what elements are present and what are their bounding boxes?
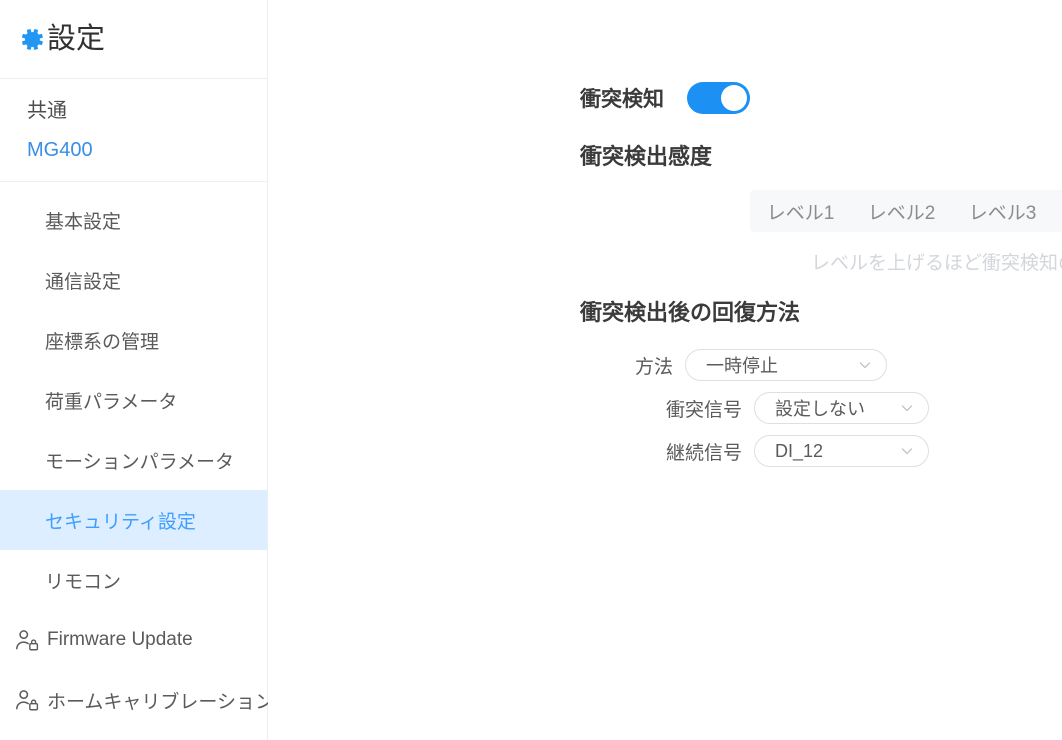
chevron-down-icon — [889, 443, 915, 459]
recovery-section-title: 衝突検出後の回復方法 — [580, 295, 800, 327]
sidebar-item-label: ホームキャリブレーション — [47, 687, 274, 714]
resume-signal-select[interactable]: DI_12 — [754, 435, 929, 467]
method-select-value: 一時停止 — [706, 352, 778, 378]
chevron-down-icon — [847, 357, 873, 373]
field-row-collision-signal: 衝突信号 設定しない — [536, 392, 929, 424]
sidebar-item-coordinate-system[interactable]: 座標系の管理 — [0, 310, 267, 370]
sidebar-item-security-settings[interactable]: セキュリティ設定 — [0, 490, 267, 550]
level-button-4[interactable]: レベル4 — [1053, 190, 1062, 232]
method-select[interactable]: 一時停止 — [685, 349, 887, 381]
sidebar-item-label: リモコン — [45, 567, 121, 594]
user-lock-icon — [14, 627, 47, 653]
collision-signal-label: 衝突信号 — [536, 395, 742, 422]
main-content: 衝突検知 衝突検出感度 レベル1 レベル2 レベル3 レベル4 レベル5 レベル… — [268, 0, 1062, 740]
field-row-resume-signal: 継続信号 DI_12 — [536, 435, 929, 467]
collision-signal-select-value: 設定しない — [775, 395, 865, 421]
collision-signal-select[interactable]: 設定しない — [754, 392, 929, 424]
user-lock-icon — [14, 687, 47, 713]
level-button-2[interactable]: レベル2 — [851, 190, 952, 232]
gear-icon — [15, 24, 46, 55]
sidebar-group-mg400[interactable]: MG400 — [0, 129, 267, 171]
sensitivity-section-title: 衝突検出感度 — [580, 139, 712, 171]
sensitivity-hint: レベルを上げるほど衝突検知の感度が上がります — [811, 248, 1062, 275]
field-row-method: 方法 一時停止 — [536, 349, 887, 381]
sidebar-group-common[interactable]: 共通 — [0, 87, 267, 129]
sidebar-item-remote-control[interactable]: リモコン — [0, 550, 267, 610]
sidebar: 設定 共通 MG400 基本設定 通信設定 座標系の管理 荷重パラメータ — [0, 0, 268, 740]
page-title: 設定 — [47, 24, 105, 55]
sidebar-device-group: 共通 MG400 — [0, 79, 267, 182]
sidebar-item-label: セキュリティ設定 — [45, 507, 196, 534]
sidebar-item-home-calibration[interactable]: ホームキャリブレーション — [0, 670, 267, 730]
sidebar-item-label: Firmware Update — [47, 629, 193, 651]
collision-detection-toggle[interactable] — [687, 82, 750, 114]
resume-signal-label: 継続信号 — [536, 438, 742, 465]
sidebar-header: 設定 — [0, 0, 267, 79]
sidebar-item-firmware-update[interactable]: Firmware Update — [0, 610, 267, 670]
chevron-down-icon — [889, 400, 915, 416]
collision-detection-row: 衝突検知 — [580, 82, 750, 114]
sidebar-item-communication-settings[interactable]: 通信設定 — [0, 250, 267, 310]
sidebar-item-label: モーションパラメータ — [45, 447, 234, 474]
level-button-3[interactable]: レベル3 — [952, 190, 1053, 232]
toggle-knob — [721, 85, 747, 111]
sidebar-item-load-parameters[interactable]: 荷重パラメータ — [0, 370, 267, 430]
method-label: 方法 — [536, 352, 673, 379]
sidebar-item-label: 通信設定 — [45, 267, 121, 294]
level-button-1[interactable]: レベル1 — [750, 190, 851, 232]
sidebar-nav: 基本設定 通信設定 座標系の管理 荷重パラメータ モーションパラメータ セキュリ… — [0, 182, 267, 730]
sidebar-group-mg400-label: MG400 — [27, 139, 93, 162]
sidebar-item-motion-parameters[interactable]: モーションパラメータ — [0, 430, 267, 490]
sidebar-item-label: 荷重パラメータ — [45, 387, 177, 414]
collision-detection-label: 衝突検知 — [580, 83, 664, 113]
settings-window: 設定 共通 MG400 基本設定 通信設定 座標系の管理 荷重パラメータ — [0, 0, 1062, 740]
resume-signal-select-value: DI_12 — [775, 441, 823, 462]
sidebar-item-basic-settings[interactable]: 基本設定 — [0, 190, 267, 250]
sidebar-item-label: 基本設定 — [45, 207, 121, 234]
sidebar-item-label: 座標系の管理 — [45, 327, 159, 354]
sensitivity-level-group: レベル1 レベル2 レベル3 レベル4 レベル5 — [750, 190, 1062, 232]
sidebar-group-common-label: 共通 — [27, 94, 67, 123]
